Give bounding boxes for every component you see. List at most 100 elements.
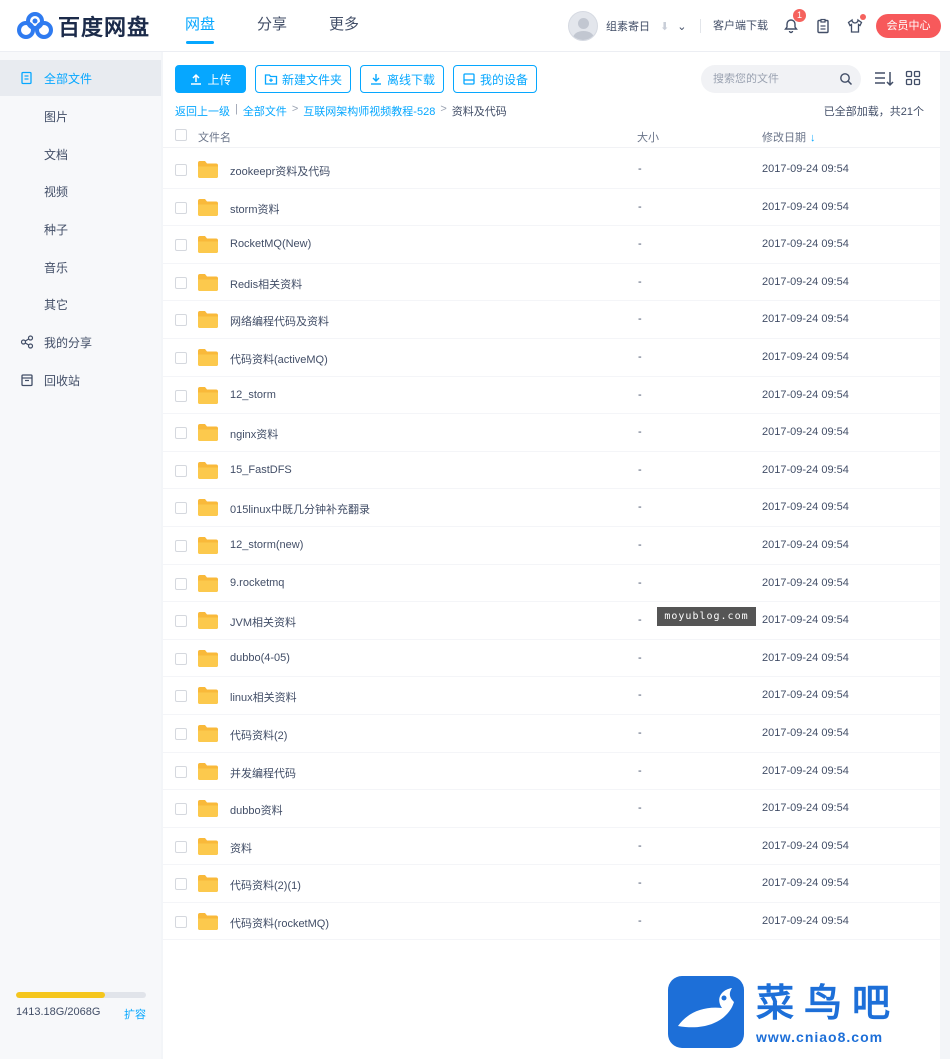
row-checkbox[interactable]	[175, 765, 187, 778]
row-checkbox[interactable]	[175, 239, 187, 252]
row-checkbox[interactable]	[175, 539, 187, 552]
table-row[interactable]: 代码资料(2) - 2017-09-24 09:54	[163, 715, 940, 753]
row-checkbox[interactable]	[175, 427, 187, 440]
grid-view-icon[interactable]	[905, 70, 921, 86]
file-name[interactable]: storm资料	[230, 201, 280, 217]
file-name[interactable]: 代码资料(2)(1)	[230, 877, 301, 893]
table-row[interactable]: 代码资料(2)(1) - 2017-09-24 09:54	[163, 865, 940, 903]
my-devices-button[interactable]: 我的设备	[453, 65, 538, 93]
file-name[interactable]: 015linux中既几分钟补充翻录	[230, 501, 370, 517]
column-header-size[interactable]: 大小	[637, 129, 659, 145]
table-row[interactable]: 12_storm - 2017-09-24 09:54	[163, 377, 940, 415]
table-row[interactable]: 网络编程代码及资料 - 2017-09-24 09:54	[163, 301, 940, 339]
avatar[interactable]	[568, 11, 598, 41]
table-row[interactable]: linux相关资料 - 2017-09-24 09:54	[163, 677, 940, 715]
sidebar-item-my-share[interactable]: 我的分享	[0, 324, 161, 360]
table-row[interactable]: 15_FastDFS - 2017-09-24 09:54	[163, 452, 940, 490]
file-name[interactable]: 12_storm	[230, 389, 276, 401]
column-header-date[interactable]: 修改日期 ↓	[762, 129, 816, 145]
row-checkbox[interactable]	[175, 652, 187, 665]
expand-storage-link[interactable]: 扩容	[124, 1006, 146, 1022]
table-row[interactable]: 代码资料(rocketMQ) - 2017-09-24 09:54	[163, 903, 940, 941]
client-download-link[interactable]: 客户端下载	[700, 19, 768, 33]
breadcrumb-item[interactable]: 全部文件	[243, 103, 287, 119]
row-checkbox[interactable]	[175, 502, 187, 515]
file-name[interactable]: Redis相关资料	[230, 276, 302, 292]
file-name[interactable]: RocketMQ(New)	[230, 238, 311, 250]
file-name[interactable]: 9.rocketmq	[230, 577, 284, 589]
select-all-checkbox[interactable]	[175, 129, 187, 141]
file-name[interactable]: JVM相关资料	[230, 614, 296, 630]
table-row[interactable]: dubbo资料 - 2017-09-24 09:54	[163, 790, 940, 828]
table-row[interactable]: storm资料 - 2017-09-24 09:54	[163, 189, 940, 227]
row-checkbox[interactable]	[175, 464, 187, 477]
nav-more[interactable]: 更多	[316, 0, 372, 52]
file-name[interactable]: 代码资料(activeMQ)	[230, 351, 328, 367]
file-name[interactable]: 15_FastDFS	[230, 464, 292, 476]
row-checkbox[interactable]	[175, 351, 187, 364]
row-checkbox[interactable]	[175, 878, 187, 891]
vip-center-button[interactable]: 会员中心	[876, 14, 941, 38]
row-checkbox[interactable]	[175, 915, 187, 928]
breadcrumb-item[interactable]: 互联网架构师视频教程-528	[303, 103, 435, 119]
table-row[interactable]: zookeepr资料及代码 - 2017-09-24 09:54	[163, 151, 940, 189]
sidebar-item-images[interactable]: 图片	[0, 98, 161, 134]
file-name[interactable]: 资料	[230, 840, 252, 856]
sort-icon[interactable]	[874, 70, 894, 88]
table-row[interactable]: 代码资料(activeMQ) - 2017-09-24 09:54	[163, 339, 940, 377]
nav-share[interactable]: 分享	[244, 0, 300, 52]
brand-logo[interactable]: 百度网盘	[16, 11, 150, 41]
table-row[interactable]: RocketMQ(New) - 2017-09-24 09:54	[163, 226, 940, 264]
row-checkbox[interactable]	[175, 276, 187, 289]
row-checkbox[interactable]	[175, 803, 187, 816]
row-checkbox[interactable]	[175, 577, 187, 590]
upload-button[interactable]: 上传	[175, 65, 246, 93]
row-checkbox[interactable]	[175, 314, 187, 327]
nav-netdisk[interactable]: 网盘	[172, 0, 228, 52]
row-checkbox[interactable]	[175, 615, 187, 628]
sidebar-item-music[interactable]: 音乐	[0, 249, 161, 285]
chevron-down-icon[interactable]: ⌄	[677, 20, 686, 33]
sidebar-item-torrents[interactable]: 种子	[0, 211, 161, 247]
sidebar-item-all-files[interactable]: 全部文件	[0, 60, 161, 96]
sidebar-item-recycle-bin[interactable]: 回收站	[0, 362, 161, 398]
table-row[interactable]: 015linux中既几分钟补充翻录 - 2017-09-24 09:54	[163, 489, 940, 527]
file-name[interactable]: 代码资料(rocketMQ)	[230, 915, 329, 931]
table-row[interactable]: dubbo(4-05) - 2017-09-24 09:54	[163, 640, 940, 678]
row-checkbox[interactable]	[175, 727, 187, 740]
breadcrumb-back[interactable]: 返回上一级	[175, 103, 230, 119]
row-checkbox[interactable]	[175, 690, 187, 703]
bell-icon[interactable]: 1	[782, 9, 806, 35]
row-checkbox[interactable]	[175, 840, 187, 853]
table-row[interactable]: nginx资料 - 2017-09-24 09:54	[163, 414, 940, 452]
file-name[interactable]: 12_storm(new)	[230, 539, 303, 551]
file-name[interactable]: dubbo(4-05)	[230, 652, 290, 664]
table-row[interactable]: 12_storm(new) - 2017-09-24 09:54	[163, 527, 940, 565]
table-row[interactable]: 资料 - 2017-09-24 09:54	[163, 828, 940, 866]
sidebar-item-videos[interactable]: 视频	[0, 173, 161, 209]
table-row[interactable]: 9.rocketmq - 2017-09-24 09:54	[163, 565, 940, 603]
clipboard-icon[interactable]	[814, 17, 832, 35]
file-name[interactable]: nginx资料	[230, 426, 278, 442]
sidebar-item-others[interactable]: 其它	[0, 286, 161, 322]
file-name[interactable]: linux相关资料	[230, 689, 297, 705]
user-menu[interactable]: 组素寄日 ⬇ ⌄	[568, 11, 686, 41]
sidebar-item-documents[interactable]: 文档	[0, 136, 161, 172]
table-row[interactable]: 并发编程代码 - 2017-09-24 09:54	[163, 753, 940, 791]
tshirt-icon[interactable]	[846, 14, 866, 35]
offline-download-button[interactable]: 离线下载	[360, 65, 445, 93]
row-checkbox[interactable]	[175, 164, 187, 176]
new-folder-button[interactable]: 新建文件夹	[255, 65, 352, 93]
table-row[interactable]: Redis相关资料 - 2017-09-24 09:54	[163, 264, 940, 302]
row-checkbox[interactable]	[175, 201, 187, 214]
file-name[interactable]: 并发编程代码	[230, 765, 296, 781]
column-header-name[interactable]: 文件名	[198, 129, 231, 145]
file-name[interactable]: zookeepr资料及代码	[230, 163, 330, 179]
search-icon[interactable]	[839, 72, 853, 86]
file-name[interactable]: 网络编程代码及资料	[230, 313, 329, 329]
file-name[interactable]: 代码资料(2)	[230, 727, 287, 743]
search-input[interactable]	[713, 73, 833, 85]
file-name[interactable]: dubbo资料	[230, 802, 283, 818]
row-checkbox[interactable]	[175, 389, 187, 402]
table-row[interactable]: JVM相关资料 - 2017-09-24 09:54	[163, 602, 940, 640]
